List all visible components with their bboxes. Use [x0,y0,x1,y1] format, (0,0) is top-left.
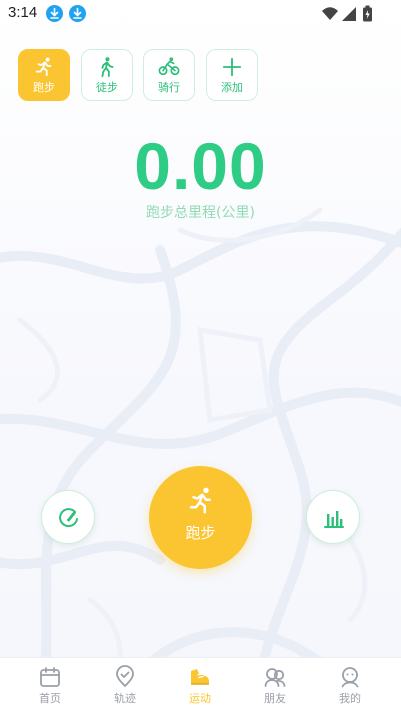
tab-cycling[interactable]: 骑行 [143,49,195,101]
start-running-button[interactable]: 跑步 [149,466,252,569]
tab-label: 添加 [221,81,243,94]
running-icon [189,487,211,514]
nav-label: 首页 [39,692,61,705]
nav-tracks[interactable]: 轨迹 [85,658,165,713]
wifi-icon [322,7,338,20]
tab-running[interactable]: 跑步 [18,49,70,101]
total-distance-value: 0.00 [134,129,267,203]
map-pin-icon [116,665,134,688]
shoe-icon [191,669,209,685]
nav-profile[interactable]: 我的 [310,658,390,713]
walking-icon [101,57,114,78]
tab-walking[interactable]: 徒步 [81,49,133,101]
download-icon [69,5,86,22]
tab-label: 骑行 [158,81,180,94]
bar-chart-icon [324,511,344,528]
statistics-button[interactable] [306,490,360,544]
profile-icon [341,667,359,688]
bottom-navigation: 首页 轨迹 运动 朋友 我的 [0,657,401,713]
signal-icon [342,7,356,21]
bicycle-icon [158,57,180,76]
nav-label: 我的 [339,692,361,705]
nav-friends[interactable]: 朋友 [235,658,315,713]
nav-label: 运动 [189,692,211,705]
tab-add[interactable]: 添加 [206,49,258,101]
app-screen: 3:14 跑步 徒步 骑行 添加 0.00 跑步总里程(公里) 跑步 首页 轨迹… [0,0,401,713]
status-time: 3:14 [8,4,38,21]
nav-home[interactable]: 首页 [10,658,90,713]
plus-icon [222,57,242,77]
nav-label: 轨迹 [114,692,136,705]
calendar-icon [40,667,60,687]
running-icon [35,57,52,77]
compass-icon [59,508,78,528]
nav-sport[interactable]: 运动 [160,658,240,713]
total-distance-label: 跑步总里程(公里) [146,205,255,221]
map-background [0,207,401,713]
tab-label: 跑步 [33,81,55,94]
download-icon [46,5,63,22]
start-button-label: 跑步 [185,524,216,542]
nav-label: 朋友 [264,692,286,705]
sport-settings-button[interactable] [41,490,95,544]
friends-icon [264,668,286,687]
status-bar: 3:14 [0,0,401,30]
battery-icon [363,5,372,22]
tab-label: 徒步 [96,81,118,94]
